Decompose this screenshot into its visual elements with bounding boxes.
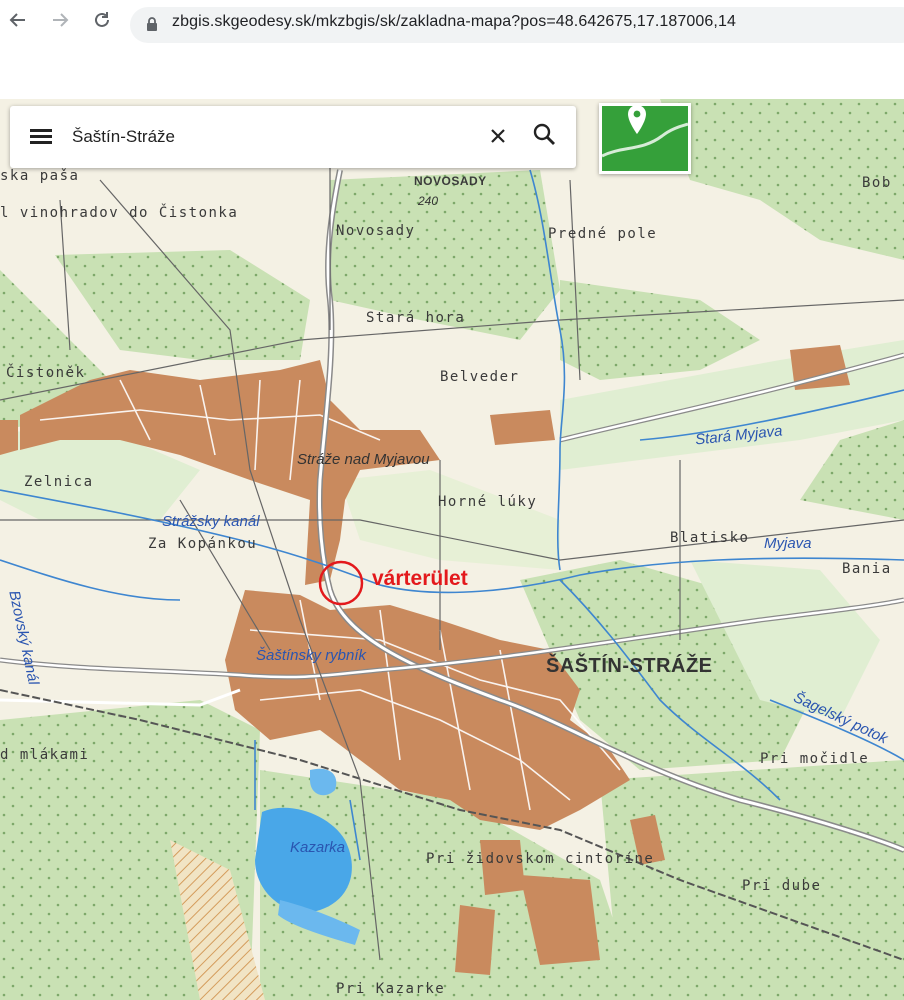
map-label: l vinohradov do Čistonka bbox=[0, 205, 239, 221]
map-label: Čistoněk bbox=[6, 365, 86, 381]
map-label: Pri židovskom cintoríne bbox=[426, 851, 655, 867]
map-label: Pri dube bbox=[742, 878, 822, 894]
town-label: ŠAŠTÍN-STRÁŽE bbox=[546, 655, 713, 677]
map-label: d mlákami bbox=[0, 747, 90, 763]
back-arrow-icon[interactable] bbox=[4, 10, 32, 38]
map-label: Pri močidle bbox=[760, 751, 870, 767]
map-label: Strážsky kanál bbox=[162, 513, 260, 530]
reload-icon[interactable] bbox=[88, 10, 116, 38]
close-icon[interactable] bbox=[484, 122, 512, 150]
basemap-switch-button[interactable] bbox=[599, 103, 691, 174]
map-label: Zelnica bbox=[24, 474, 94, 490]
map-label: Belveder bbox=[440, 369, 520, 385]
map-label: 240 bbox=[418, 194, 439, 208]
map-label: Bob bbox=[862, 175, 892, 191]
map-label: Myjava bbox=[764, 535, 812, 552]
map-label: Šaštínsky rybník bbox=[256, 647, 367, 664]
map-label: Stráže nad Myjavou bbox=[297, 451, 430, 468]
map-label: Bania bbox=[842, 561, 892, 577]
map-label: Blatisko bbox=[670, 530, 750, 546]
map-canvas[interactable]: ska paša l vinohradov do Čistonka NOVOSA… bbox=[0, 99, 904, 1000]
map-label: ska paša bbox=[0, 168, 80, 184]
search-box bbox=[10, 106, 576, 168]
browser-toolbar: zbgis.skgeodesy.sk/mkzbgis/sk/zakladna-m… bbox=[0, 0, 904, 52]
map-label: Predné pole bbox=[548, 226, 658, 242]
page-top-gap bbox=[0, 52, 904, 99]
basemap-thumbnail bbox=[602, 106, 688, 171]
forward-arrow-icon[interactable] bbox=[46, 10, 74, 38]
map-label: Novosady bbox=[336, 223, 416, 239]
search-input[interactable] bbox=[72, 127, 452, 147]
map-label: Pri Kazarke bbox=[336, 981, 446, 997]
annotation-label: várterület bbox=[372, 567, 468, 590]
address-url[interactable]: zbgis.skgeodesy.sk/mkzbgis/sk/zakladna-m… bbox=[172, 13, 736, 31]
map-label: NOVOSADY bbox=[414, 174, 487, 188]
map-label: Za Kopánkou bbox=[148, 536, 258, 552]
lock-icon bbox=[146, 17, 158, 37]
map-label: Horné lúky bbox=[438, 494, 538, 510]
hamburger-menu-icon[interactable] bbox=[28, 126, 54, 148]
map-label: Stará hora bbox=[366, 310, 466, 326]
search-icon[interactable] bbox=[530, 120, 560, 150]
map-label: Kazarka bbox=[290, 839, 346, 856]
